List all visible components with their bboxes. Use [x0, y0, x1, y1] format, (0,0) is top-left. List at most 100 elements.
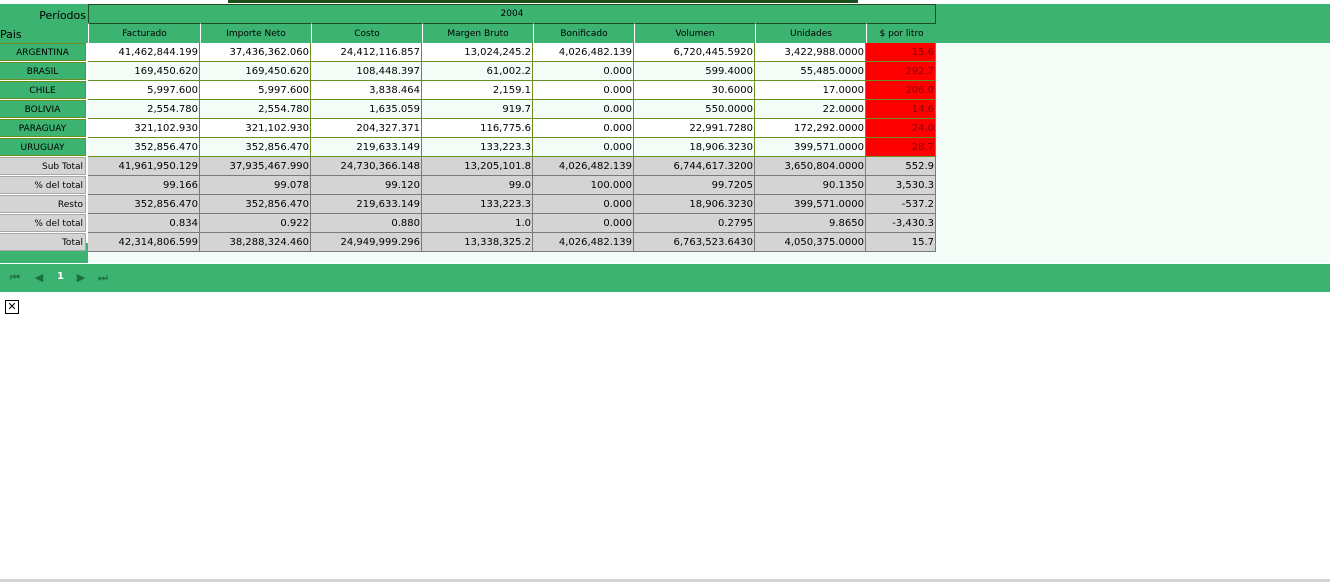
- last-page-icon[interactable]: ⏭: [96, 271, 110, 285]
- table-cell: 352,856.470: [200, 138, 311, 157]
- column-header[interactable]: Margen Bruto: [422, 23, 533, 43]
- table-cell: 37,935,467.990: [200, 157, 311, 176]
- table-cell: 99.7205: [634, 176, 755, 195]
- table-cell: 169,450.620: [200, 62, 311, 81]
- table-cell: 6,720,445.5920: [634, 43, 755, 62]
- column-header[interactable]: Costo: [311, 23, 422, 43]
- country-label[interactable]: URUGUAY: [0, 138, 86, 156]
- table-cell: 0.922: [200, 214, 311, 233]
- table-cell: 169,450.620: [88, 62, 200, 81]
- table-cell: 0.000: [533, 214, 634, 233]
- prev-page-icon[interactable]: ◀: [32, 271, 46, 285]
- top-toolbar-strip: [228, 0, 858, 3]
- summary-label: % del total: [0, 214, 86, 232]
- table-cell: 18,906.3230: [634, 138, 755, 157]
- header-corner: Períodos Pais: [0, 4, 88, 43]
- table-cell: 352,856.470: [200, 195, 311, 214]
- table-cell: 116,775.6: [422, 119, 533, 138]
- table-cell: 5,997.600: [200, 81, 311, 100]
- table-cell: 42,314,806.599: [88, 233, 200, 252]
- column-header[interactable]: Volumen: [634, 23, 755, 43]
- table-cell: 90.1350: [755, 176, 866, 195]
- table-cell: 2,159.1: [422, 81, 533, 100]
- country-label[interactable]: PARAGUAY: [0, 119, 86, 137]
- table-cell: 0.880: [311, 214, 422, 233]
- table-cell: 22,991.7280: [634, 119, 755, 138]
- table-cell: 219,633.149: [311, 138, 422, 157]
- country-label[interactable]: CHILE: [0, 81, 86, 99]
- table-cell: 172,292.0000: [755, 119, 866, 138]
- table-cell: 17.0000: [755, 81, 866, 100]
- next-page-icon[interactable]: ▶: [74, 271, 88, 285]
- table-cell: 30.6000: [634, 81, 755, 100]
- table-cell: 99.078: [200, 176, 311, 195]
- table-cell: 321,102.930: [200, 119, 311, 138]
- table-cell: 99.120: [311, 176, 422, 195]
- table-cell: 0.000: [533, 138, 634, 157]
- summary-label: Resto: [0, 195, 86, 213]
- table-cell: 4,050,375.0000: [755, 233, 866, 252]
- table-cell: -3,430.3: [866, 214, 936, 233]
- table-cell: 352,856.470: [88, 195, 200, 214]
- summary-label: Total: [0, 233, 86, 251]
- country-label[interactable]: ARGENTINA: [0, 43, 86, 61]
- column-header[interactable]: Bonificado: [533, 23, 634, 43]
- table-cell: 0.000: [533, 62, 634, 81]
- table-cell: 15.6: [866, 43, 936, 62]
- table-cell: 0.000: [533, 195, 634, 214]
- table-cell: 28.7: [866, 138, 936, 157]
- table-cell: 399,571.0000: [755, 195, 866, 214]
- current-page-number[interactable]: 1: [57, 271, 64, 282]
- table-cell: 133,223.3: [422, 195, 533, 214]
- table-cell: 24.0: [866, 119, 936, 138]
- column-header[interactable]: Facturado: [88, 23, 200, 43]
- column-header[interactable]: Importe Neto: [200, 23, 311, 43]
- table-cell: 24,949,999.296: [311, 233, 422, 252]
- country-label[interactable]: BRASIL: [0, 62, 86, 80]
- pais-label[interactable]: Pais: [0, 28, 22, 41]
- table-cell: 4,026,482.139: [533, 233, 634, 252]
- table-cell: 14.6: [866, 100, 936, 119]
- table-cell: 599.4000: [634, 62, 755, 81]
- table-cell: 321,102.930: [88, 119, 200, 138]
- table-cell: 4,026,482.139: [533, 157, 634, 176]
- table-cell: 22.0000: [755, 100, 866, 119]
- table-cell: 2,554.780: [200, 100, 311, 119]
- table-cell: 204,327.371: [311, 119, 422, 138]
- table-cell: 1.0: [422, 214, 533, 233]
- table-cell: 206.0: [866, 81, 936, 100]
- table-cell: 3,838.464: [311, 81, 422, 100]
- table-cell: 41,961,950.129: [88, 157, 200, 176]
- table-cell: 41,462,844.199: [88, 43, 200, 62]
- table-cell: 38,288,324.460: [200, 233, 311, 252]
- table-cell: 24,412,116.857: [311, 43, 422, 62]
- table-cell: 5,997.600: [88, 81, 200, 100]
- table-cell: 219,633.149: [311, 195, 422, 214]
- table-cell: 550.0000: [634, 100, 755, 119]
- year-header[interactable]: 2004: [88, 4, 936, 23]
- table-cell: 4,026,482.139: [533, 43, 634, 62]
- table-cell: 352,856.470: [88, 138, 200, 157]
- first-page-icon[interactable]: ⏮: [8, 271, 22, 285]
- table-cell: 13,338,325.2: [422, 233, 533, 252]
- periodos-label[interactable]: Períodos: [39, 9, 86, 22]
- table-cell: 18,906.3230: [634, 195, 755, 214]
- column-header[interactable]: Unidades: [755, 23, 866, 43]
- column-header[interactable]: $ por litro: [866, 23, 936, 43]
- close-icon[interactable]: ✕: [5, 300, 19, 314]
- table-cell: 55,485.0000: [755, 62, 866, 81]
- table-cell: 15.7: [866, 233, 936, 252]
- summary-label: Sub Total: [0, 157, 86, 175]
- table-cell: 133,223.3: [422, 138, 533, 157]
- table-cell: 13,024,245.2: [422, 43, 533, 62]
- table-cell: 37,436,362.060: [200, 43, 311, 62]
- table-cell: 292.7: [866, 62, 936, 81]
- table-cell: 13,205,101.8: [422, 157, 533, 176]
- pager-bar: ⏮ ◀ 1 ▶ ⏭: [0, 264, 1330, 292]
- table-cell: 9.8650: [755, 214, 866, 233]
- country-label[interactable]: BOLIVIA: [0, 100, 86, 118]
- table-cell: 100.000: [533, 176, 634, 195]
- table-cell: 399,571.0000: [755, 138, 866, 157]
- table-cell: 0.2795: [634, 214, 755, 233]
- table-cell: 0.834: [88, 214, 200, 233]
